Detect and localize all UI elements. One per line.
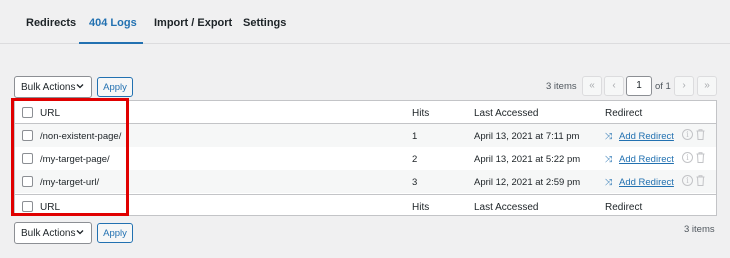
tab-settings[interactable]: Settings [243, 14, 286, 44]
prev-page-button[interactable]: ‹ [604, 76, 624, 96]
tab-import-export[interactable]: Import / Export [154, 14, 232, 44]
row-last-accessed: April 12, 2021 at 2:59 pm [474, 177, 581, 188]
column-last-accessed-footer[interactable]: Last Accessed [474, 202, 538, 213]
last-page-button[interactable]: » [697, 76, 717, 96]
table-footer-row: URL Hits Last Accessed Redirect [15, 194, 716, 216]
items-count-top: 3 items [546, 81, 577, 92]
page-total-label: of 1 [655, 81, 671, 92]
tab-404-logs[interactable]: 404 Logs [79, 14, 143, 44]
row-checkbox[interactable] [22, 130, 33, 141]
select-all-checkbox-footer[interactable] [22, 201, 33, 212]
trash-icon[interactable] [696, 175, 705, 186]
trash-icon[interactable] [696, 129, 705, 140]
row-last-accessed: April 13, 2021 at 7:11 pm [474, 131, 580, 142]
row-hits: 1 [412, 131, 418, 142]
row-url: /my-target-url/ [40, 177, 100, 188]
row-url: /non-existent-page/ [40, 131, 122, 142]
logs-table: URL Hits Last Accessed Redirect /non-exi… [14, 100, 717, 216]
info-icon[interactable]: i [682, 175, 693, 186]
apply-button-bottom[interactable]: Apply [97, 223, 133, 243]
column-redirect-footer: Redirect [605, 202, 643, 213]
column-url-footer[interactable]: URL [40, 202, 60, 213]
row-hits: 3 [412, 177, 418, 188]
current-page-input[interactable]: 1 [626, 76, 652, 96]
chevron-down-icon [76, 230, 84, 235]
table-row: /my-target-url/ 3 April 12, 2021 at 2:59… [15, 170, 716, 193]
next-page-button[interactable]: › [674, 76, 694, 96]
shuffle-icon: ⤨ [605, 177, 613, 187]
first-page-button[interactable]: « [582, 76, 602, 96]
table-row: /non-existent-page/ 1 April 13, 2021 at … [15, 124, 716, 147]
bulk-actions-select-top[interactable]: Bulk Actions [14, 76, 92, 98]
bulk-actions-select-bottom[interactable]: Bulk Actions [14, 222, 92, 244]
items-count-bottom: 3 items [684, 224, 715, 235]
add-redirect-link[interactable]: Add Redirect [619, 131, 674, 142]
column-last-accessed[interactable]: Last Accessed [474, 108, 538, 119]
row-url: /my-target-page/ [40, 154, 110, 165]
column-redirect: Redirect [605, 108, 643, 119]
shuffle-icon: ⤨ [605, 154, 613, 164]
row-last-accessed: April 13, 2021 at 5:22 pm [474, 154, 581, 165]
apply-button-top[interactable]: Apply [97, 77, 133, 97]
row-checkbox[interactable] [22, 176, 33, 187]
info-icon[interactable]: i [682, 129, 693, 140]
add-redirect-link[interactable]: Add Redirect [619, 177, 674, 188]
chevron-down-icon [76, 84, 84, 89]
row-hits: 2 [412, 154, 418, 165]
column-url[interactable]: URL [40, 108, 60, 119]
nav-tabs: Redirects 404 Logs Import / Export Setti… [0, 0, 730, 44]
bulk-actions-label: Bulk Actions [21, 82, 76, 93]
column-hits[interactable]: Hits [412, 108, 429, 119]
select-all-checkbox[interactable] [22, 107, 33, 118]
row-checkbox[interactable] [22, 153, 33, 164]
trash-icon[interactable] [696, 152, 705, 163]
column-hits-footer[interactable]: Hits [412, 202, 429, 213]
shuffle-icon: ⤨ [605, 131, 613, 141]
table-row: /my-target-page/ 2 April 13, 2021 at 5:2… [15, 147, 716, 170]
tab-redirects[interactable]: Redirects [26, 14, 76, 44]
bulk-actions-label: Bulk Actions [21, 228, 76, 239]
info-icon[interactable]: i [682, 152, 693, 163]
table-header-row: URL Hits Last Accessed Redirect [15, 101, 716, 124]
add-redirect-link[interactable]: Add Redirect [619, 154, 674, 165]
